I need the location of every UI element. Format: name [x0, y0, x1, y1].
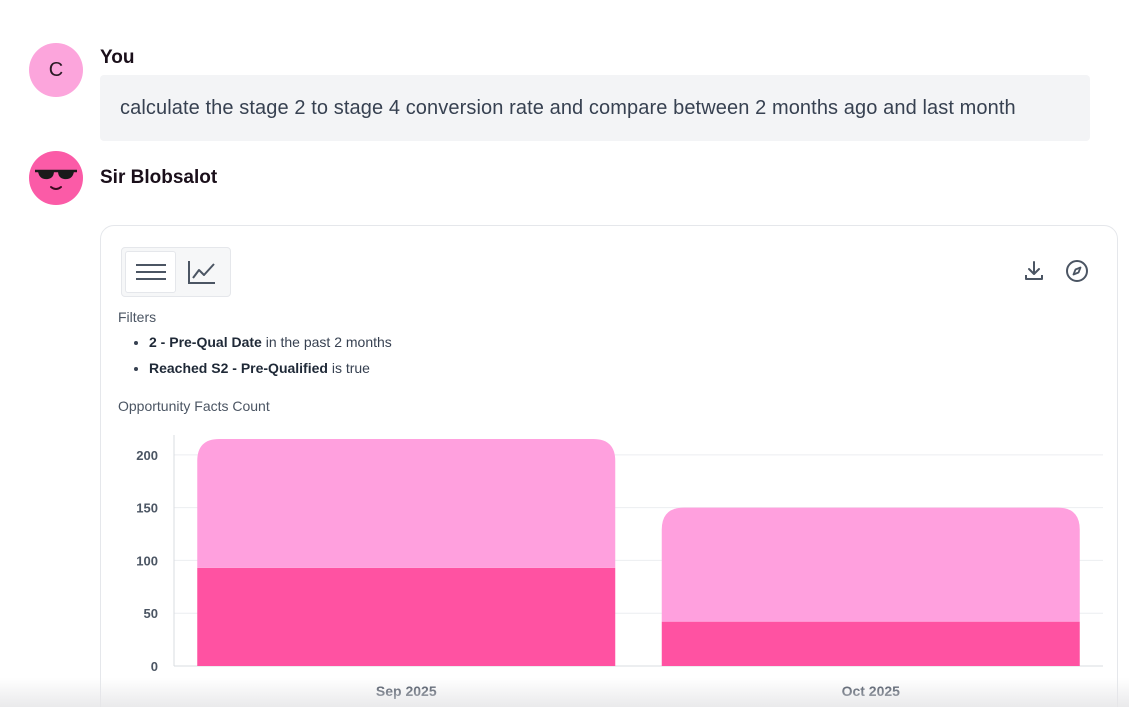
chart-title: Opportunity Facts Count	[118, 398, 270, 414]
user-message-bubble: calculate the stage 2 to stage 4 convers…	[100, 75, 1090, 141]
filter-condition: is true	[327, 360, 370, 376]
chart-view-button[interactable]	[176, 251, 227, 293]
filter-condition: in the past 2 months	[261, 334, 392, 350]
filters-list: 2 - Pre-Qual Date in the past 2 months R…	[149, 329, 392, 381]
user-author-name: You	[100, 47, 135, 68]
y-tick-label: 150	[136, 501, 158, 516]
user-message-text: calculate the stage 2 to stage 4 convers…	[120, 96, 1016, 119]
bar-segment	[661, 507, 1080, 622]
filter-item: 2 - Pre-Qual Date in the past 2 months	[149, 329, 392, 355]
compass-icon	[1066, 260, 1088, 282]
x-tick-label: Sep 2025	[376, 683, 437, 699]
bar-segment	[197, 439, 616, 568]
y-tick-label: 0	[151, 659, 158, 674]
filter-field: 2 - Pre-Qual Date	[149, 334, 262, 350]
result-card: Filters 2 - Pre-Qual Date in the past 2 …	[100, 225, 1118, 707]
bot-author-name: Sir Blobsalot	[100, 167, 218, 188]
y-tick-label: 200	[136, 448, 158, 463]
download-button[interactable]	[1021, 258, 1047, 284]
x-tick-label: Oct 2025	[842, 683, 901, 699]
bar-segment	[661, 621, 1080, 666]
user-avatar: C	[29, 43, 83, 97]
bar-segment	[197, 567, 616, 666]
line-chart-icon	[187, 261, 215, 284]
user-avatar-initial: C	[48, 58, 64, 81]
menu-lines-icon	[135, 264, 166, 280]
filter-item: Reached S2 - Pre-Qualified is true	[149, 355, 392, 381]
y-tick-label: 100	[136, 553, 158, 568]
filter-field: Reached S2 - Pre-Qualified	[149, 360, 328, 376]
bot-avatar	[29, 151, 83, 205]
sunglasses-face-icon	[35, 169, 77, 190]
view-toggle	[121, 247, 231, 297]
table-view-button[interactable]	[125, 251, 177, 293]
explore-button[interactable]	[1064, 258, 1090, 284]
download-icon	[1025, 261, 1043, 280]
bar-chart: 0 50 100 150 200 Sep 2025 Oct 2025	[136, 435, 1103, 699]
filters-label: Filters	[118, 309, 157, 325]
y-tick-label: 50	[144, 606, 158, 621]
